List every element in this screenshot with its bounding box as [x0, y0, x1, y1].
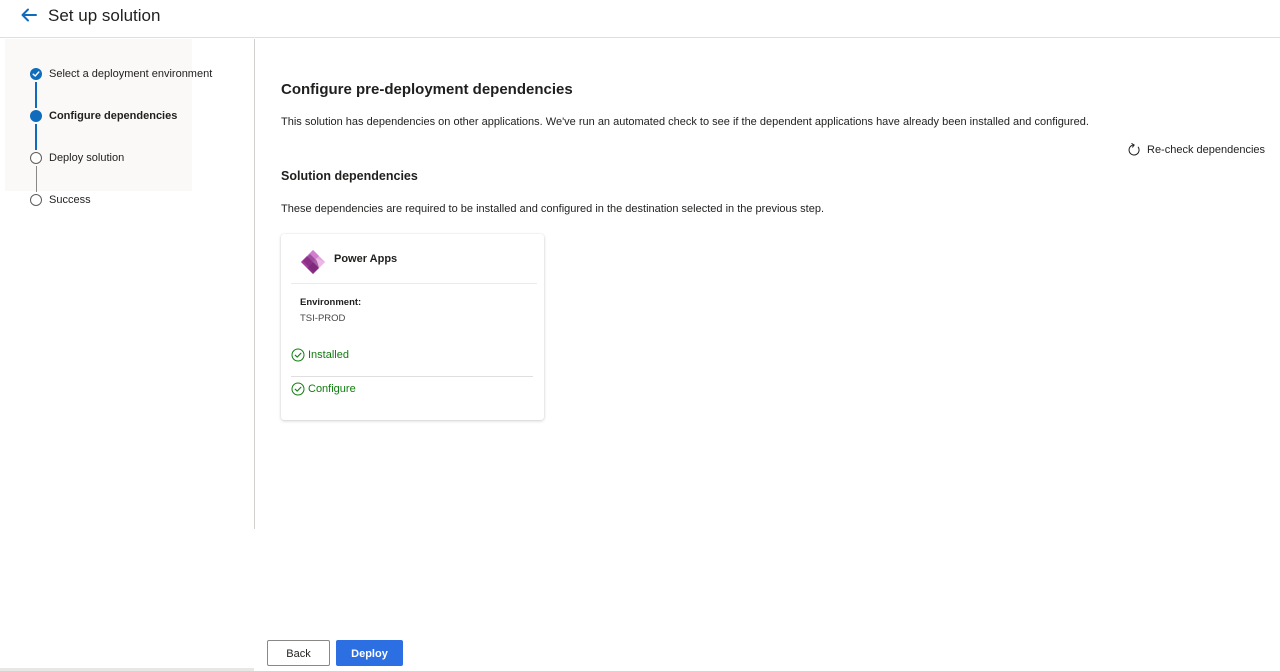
- power-apps-logo: [301, 250, 325, 274]
- page-title: Set up solution: [48, 6, 161, 25]
- environment-label: Environment:: [300, 297, 362, 308]
- refresh-icon: [1128, 143, 1140, 156]
- sidebar-divider: [254, 39, 255, 529]
- header-bar: Set up solution: [0, 0, 1280, 38]
- step-connector-2: [35, 124, 37, 150]
- step-pending-icon: [30, 194, 42, 206]
- environment-value: TSI-PROD: [300, 313, 346, 324]
- dependencies-description: These dependencies are required to be in…: [281, 203, 825, 215]
- step-label: Deploy solution: [49, 152, 125, 164]
- card-divider: [291, 376, 533, 377]
- dependency-app-name: Power Apps: [334, 253, 398, 265]
- card-divider: [291, 283, 537, 284]
- section-description: This solution has dependencies on other …: [281, 116, 1089, 128]
- step-connector-1: [35, 82, 37, 108]
- check-circle-icon: [291, 382, 305, 396]
- status-label: Installed: [308, 349, 349, 361]
- step-pending-icon: [30, 152, 42, 164]
- check-circle-icon: [291, 348, 305, 362]
- dependency-card: Power Apps Environment: TSI-PROD Install…: [281, 234, 544, 420]
- step-label: Success: [49, 194, 91, 206]
- recheck-label: Re-check dependencies: [1147, 144, 1266, 156]
- dependencies-heading: Solution dependencies: [281, 169, 418, 183]
- section-heading: Configure pre-deployment dependencies: [281, 81, 573, 98]
- deploy-button[interactable]: Deploy: [336, 640, 403, 666]
- step-connector-3: [36, 166, 37, 192]
- step-label: Configure dependencies: [49, 110, 178, 122]
- status-label: Configure: [308, 383, 356, 395]
- step-sidebar: [0, 39, 255, 671]
- back-button[interactable]: Back: [267, 640, 330, 666]
- step-completed-icon: [30, 68, 42, 80]
- arrow-left-icon[interactable]: [18, 4, 40, 26]
- step-current-icon: [30, 110, 42, 122]
- step-label: Select a deployment environment: [49, 68, 213, 80]
